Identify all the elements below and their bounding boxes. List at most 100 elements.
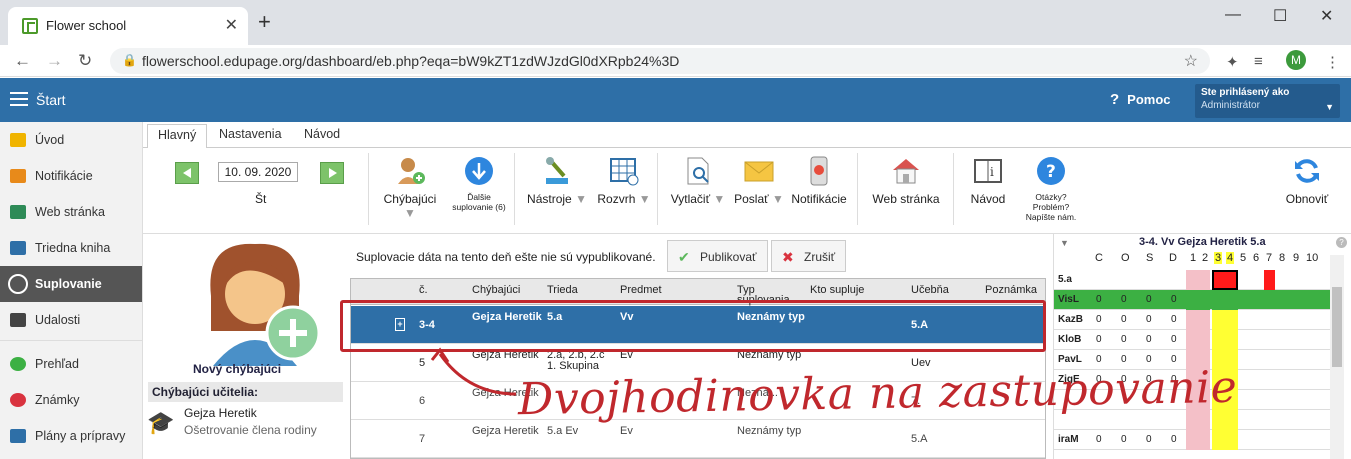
app-header: Štart ? Pomoc Ste prihlásený ako Administ… [0,78,1351,122]
panel-row[interactable]: 5.a [1054,270,1330,290]
panel-value: 0 [1121,294,1127,305]
panel-row[interactable]: iraM 0 0 0 0 [1054,430,1330,450]
divider [657,153,658,225]
help-label: Pomoc [1127,92,1171,107]
info-book-icon: i [973,156,1003,186]
cancel-button[interactable]: ✖ Zrušiť [771,240,847,272]
panel-col-header: 9 [1293,252,1300,264]
sidebar-item-4[interactable]: Suplovanie [0,266,142,302]
close-window-icon[interactable]: ✕ [1320,6,1333,26]
browser-tab[interactable]: Flower school ✕ [8,7,248,45]
busy-cell [1186,290,1210,310]
absent-label: Chýbajúci [383,192,437,206]
minimize-icon[interactable]: — [1225,6,1241,24]
cell-subject: Ev [620,425,633,437]
profile-avatar[interactable]: M [1286,50,1306,70]
house-icon [891,156,921,186]
publish-button[interactable]: ✔ Publikovať [667,240,768,272]
col-subject: Predmet [620,284,662,296]
teacher-code: 5.a [1058,274,1072,285]
bookmark-star-icon[interactable]: ☆ [1184,51,1198,71]
tab-navod[interactable]: Návod [296,127,348,141]
more-substitutions-button[interactable]: Ďalšie suplovanie (6) [451,156,507,212]
notifications-label: Notifikácie [791,192,847,206]
teacher-code: PavL [1058,354,1082,365]
hamburger-icon[interactable] [10,92,28,106]
media-icon[interactable]: ≡ [1254,53,1263,70]
url-field[interactable]: 🔒 flowerschool.edupage.org/dashboard/eb.… [110,48,1210,74]
sidebar-item-8[interactable]: Plány a prípravy [0,418,142,454]
panel-row[interactable]: KazB 0 0 0 0 [1054,310,1330,330]
reload-icon[interactable]: ↻ [78,51,92,71]
table-row[interactable]: 7 Gejza Heretik 5.a Ev Ev Neznámy typ 5.A [351,420,1045,458]
lock-icon[interactable]: 🔒 [122,53,137,67]
sidebar-item-1[interactable]: Notifikácie [0,158,142,194]
print-button[interactable]: Vytlačiť ▼ [667,156,729,206]
period-highlight [1212,330,1238,350]
send-button[interactable]: Poslať ▼ [733,156,785,206]
tab-hlavny[interactable]: Hlavný [147,124,208,149]
divider [857,153,858,225]
notifications-button[interactable]: Notifikácie [789,156,849,206]
col-note: Poznámka [985,284,1037,296]
absent-button[interactable]: Chýbajúci ▼ [380,156,440,220]
timetable-button[interactable]: Rozvrh ▼ [595,156,653,206]
check-icon: ✔ [678,249,690,265]
panel-value: 0 [1171,294,1177,305]
extensions-icon[interactable]: ✦ [1226,53,1239,71]
forward-icon[interactable]: → [46,51,63,71]
panel-col-header: C [1095,252,1103,264]
edupage-logo-icon [22,18,38,34]
person-icon [8,274,28,294]
period-highlight [1212,270,1238,290]
refresh-button[interactable]: Obnoviť [1279,156,1335,206]
busy-cell [1186,310,1210,330]
tools-icon [542,156,572,186]
tab-nastavenia[interactable]: Nastavenia [211,127,290,141]
new-tab-button[interactable]: + [258,9,271,35]
absent-teacher-item[interactable]: Gejza Heretik Ošetrovanie člena rodiny [184,406,317,437]
next-day-button[interactable] [320,162,344,184]
svg-text:?: ? [1046,162,1056,182]
sidebar-item-label: Udalosti [35,313,81,327]
menu-icon[interactable]: ⋮ [1325,53,1340,71]
new-absent-label[interactable]: Nový chýbajúci [193,362,281,376]
help-link[interactable]: ? Pomoc [1110,91,1171,108]
cell-num: 7 [419,433,426,445]
close-tab-icon[interactable]: ✕ [225,15,238,35]
collapse-icon[interactable]: ▼ [1060,238,1069,248]
panel-row[interactable]: VisL 0 0 0 0 [1054,290,1330,310]
panel-value: 0 [1121,314,1127,325]
book-icon [10,241,26,255]
teacher-code: KloB [1058,334,1082,345]
sidebar-item-3[interactable]: Triedna kniha [0,230,142,266]
question-icon: ? [1110,91,1120,108]
sidebar-item-label: Web stránka [35,205,105,219]
envelope-icon [10,169,26,183]
highlight-box [340,300,1046,352]
panel-row[interactable]: KloB 0 0 0 0 [1054,330,1330,350]
busy-cell [1264,270,1275,290]
sidebar-item-7[interactable]: Známky [0,382,142,418]
sidebar-item-label: Prehľad [35,357,79,371]
scrollbar-thumb[interactable] [1332,287,1342,367]
start-menu[interactable]: Štart [36,92,66,108]
questions-button[interactable]: ? Otázky? Problém? Napíšte nám. [1018,156,1084,222]
sidebar-item-6[interactable]: Prehľad [0,346,142,382]
svg-text:i: i [990,165,994,179]
date-field[interactable]: 10. 09. 2020 [218,162,298,182]
help-icon[interactable]: ? [1336,237,1347,248]
new-absent-avatar[interactable] [183,236,323,376]
maximize-icon[interactable]: ☐ [1273,6,1287,26]
guide-button[interactable]: i Návod [963,156,1013,206]
website-button[interactable]: Web stránka [869,156,943,206]
prev-day-button[interactable] [175,162,199,184]
panel-scrollbar[interactable] [1330,255,1344,459]
login-dropdown[interactable]: Ste prihlásený ako Administrátor ▼ [1195,84,1340,118]
sidebar-item-5[interactable]: Udalosti [0,302,142,338]
tools-button[interactable]: Nástroje ▼ [525,156,589,206]
back-icon[interactable]: ← [14,51,31,71]
sidebar-item-0[interactable]: Úvod [0,122,142,158]
check-circle-icon [10,357,26,371]
sidebar-item-2[interactable]: Web stránka [0,194,142,230]
